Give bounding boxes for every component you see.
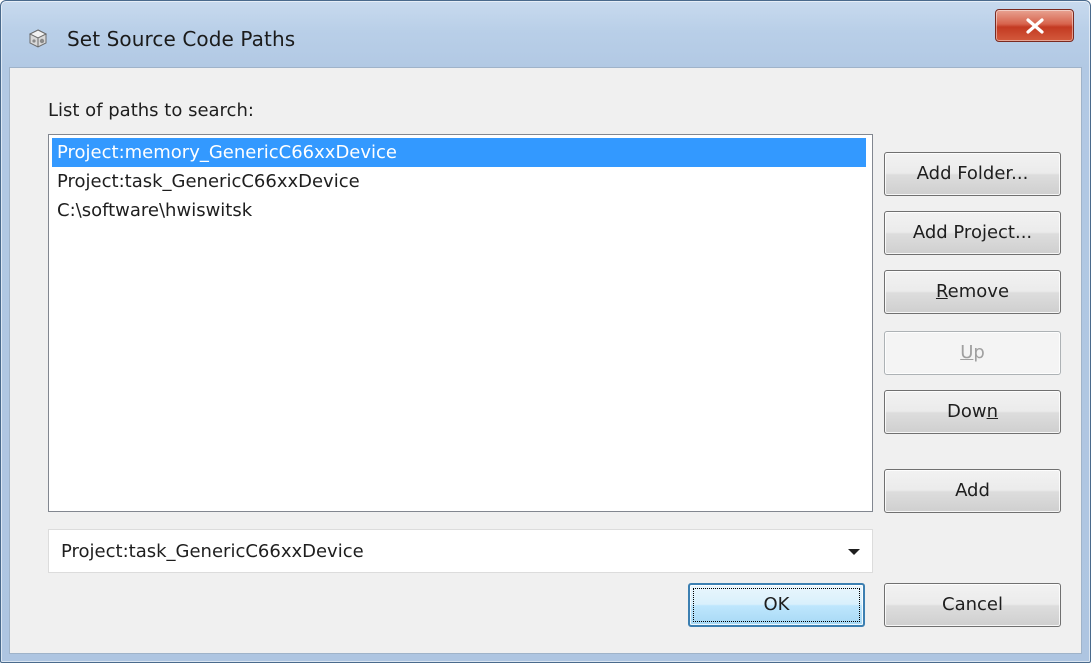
remove-button-label: Remove <box>935 281 1010 302</box>
list-item[interactable]: Project:task_GenericC66xxDevice <box>52 167 866 196</box>
list-item[interactable]: C:\software\hwiswitsk <box>52 196 866 225</box>
paths-listbox[interactable]: Project:memory_GenericC66xxDevice Projec… <box>48 134 873 512</box>
focus-ring <box>693 588 860 622</box>
list-item[interactable]: Project:memory_GenericC66xxDevice <box>52 138 866 167</box>
add-button[interactable]: Add <box>884 469 1061 513</box>
up-button[interactable]: Up <box>884 331 1061 375</box>
dialog-window: Set Source Code Paths List of paths to s… <box>0 0 1091 663</box>
down-button-label: Down <box>946 401 999 422</box>
close-button[interactable] <box>995 9 1074 42</box>
add-project-button[interactable]: Add Project... <box>884 211 1061 255</box>
chevron-down-icon[interactable] <box>848 549 860 555</box>
down-mnemonic: n <box>986 401 999 422</box>
dialog-body: List of paths to search: Project:memory_… <box>9 67 1082 654</box>
title-bar[interactable]: Set Source Code Paths <box>1 1 1090 63</box>
combo-value: Project:task_GenericC66xxDevice <box>61 541 364 562</box>
window-title: Set Source Code Paths <box>67 27 296 51</box>
path-combobox[interactable]: Project:task_GenericC66xxDevice <box>48 529 873 573</box>
paths-list-label: List of paths to search: <box>48 100 254 121</box>
down-button[interactable]: Down <box>884 390 1061 434</box>
remove-mnemonic: R <box>935 281 948 302</box>
cancel-button[interactable]: Cancel <box>884 583 1061 627</box>
gear-cube-icon <box>27 28 49 50</box>
up-mnemonic: U <box>960 342 974 363</box>
remove-button[interactable]: Remove <box>884 270 1061 314</box>
ok-button[interactable]: OK <box>688 583 865 627</box>
up-button-label: Up <box>960 342 985 363</box>
add-folder-button[interactable]: Add Folder... <box>884 152 1061 196</box>
